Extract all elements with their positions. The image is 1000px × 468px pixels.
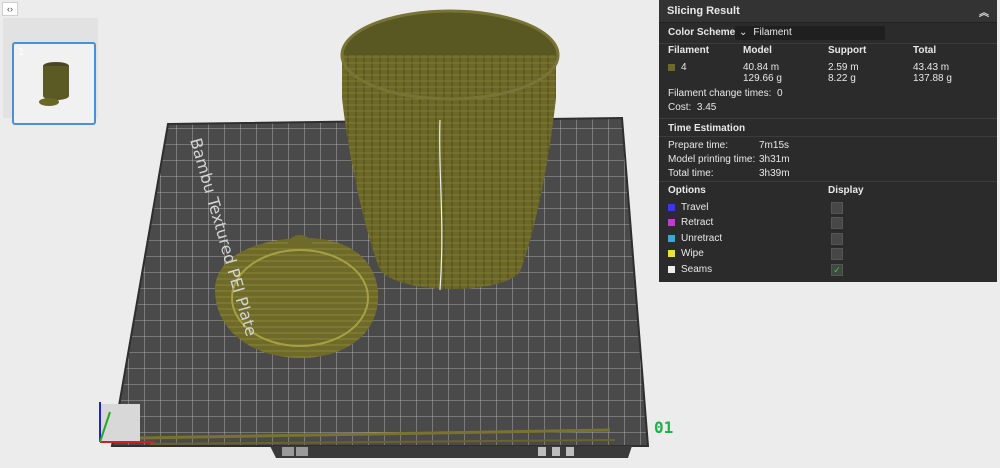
retract-checkbox[interactable] — [831, 217, 843, 229]
prepare-time-value: 7m15s — [759, 140, 790, 151]
unretract-checkbox[interactable] — [831, 233, 843, 245]
total-length: 43.43 m — [913, 62, 950, 73]
support-length: 2.59 m — [828, 62, 859, 73]
collapse-panel-icon[interactable]: ︽ — [979, 4, 989, 19]
support-weight: 8.22 g — [828, 73, 856, 84]
display-header: Display — [828, 185, 864, 196]
model-length: 40.84 m — [743, 62, 780, 73]
seams-checkbox[interactable]: ✓ — [831, 264, 843, 276]
cost: Cost: 3.45 — [668, 102, 717, 113]
filament-swatch — [668, 63, 675, 71]
option-travel: Travel — [668, 202, 708, 213]
options-header: Options — [668, 185, 706, 196]
total-time-value: 3h39m — [759, 168, 790, 179]
plate-bottom-tab — [270, 446, 632, 458]
retract-swatch — [668, 218, 675, 226]
prepare-time-label: Prepare time: — [668, 140, 729, 151]
option-seams: Seams — [668, 264, 712, 275]
color-scheme-value: Filament — [753, 27, 792, 38]
wipe-swatch — [668, 249, 675, 257]
seams-swatch — [668, 265, 675, 273]
color-scheme-label: Color Scheme — [668, 27, 736, 38]
filament-cell: 4 — [668, 62, 687, 73]
color-scheme-dropdown[interactable]: ⌄ Filament — [735, 26, 885, 40]
layer-indicator: 01 — [654, 418, 674, 437]
slicing-result-panel: Slicing Result ︽ Color Scheme ⌄ Filament … — [659, 0, 997, 282]
wipe-checkbox[interactable] — [831, 248, 843, 260]
total-weight: 137.88 g — [913, 73, 952, 84]
model-weight: 129.66 g — [743, 73, 782, 84]
panel-title: Slicing Result — [667, 5, 740, 17]
total-time-label: Total time: — [668, 168, 714, 179]
panel-header[interactable]: Slicing Result ︽ — [659, 0, 997, 23]
travel-checkbox[interactable] — [831, 202, 843, 214]
header-model: Model — [743, 45, 772, 56]
time-estimation-title: Time Estimation — [668, 123, 746, 134]
chevron-down-icon: ⌄ — [739, 27, 748, 38]
model-time-value: 3h31m — [759, 154, 790, 165]
header-total: Total — [913, 45, 937, 56]
model-time-label: Model printing time: — [668, 154, 756, 165]
header-filament: Filament — [668, 45, 710, 56]
travel-swatch — [668, 203, 675, 211]
option-unretract: Unretract — [668, 233, 722, 244]
unretract-swatch — [668, 234, 675, 242]
option-wipe: Wipe — [668, 248, 704, 259]
header-support: Support — [828, 45, 867, 56]
option-retract: Retract — [668, 217, 713, 228]
change-times: Filament change times: 0 — [668, 88, 783, 99]
